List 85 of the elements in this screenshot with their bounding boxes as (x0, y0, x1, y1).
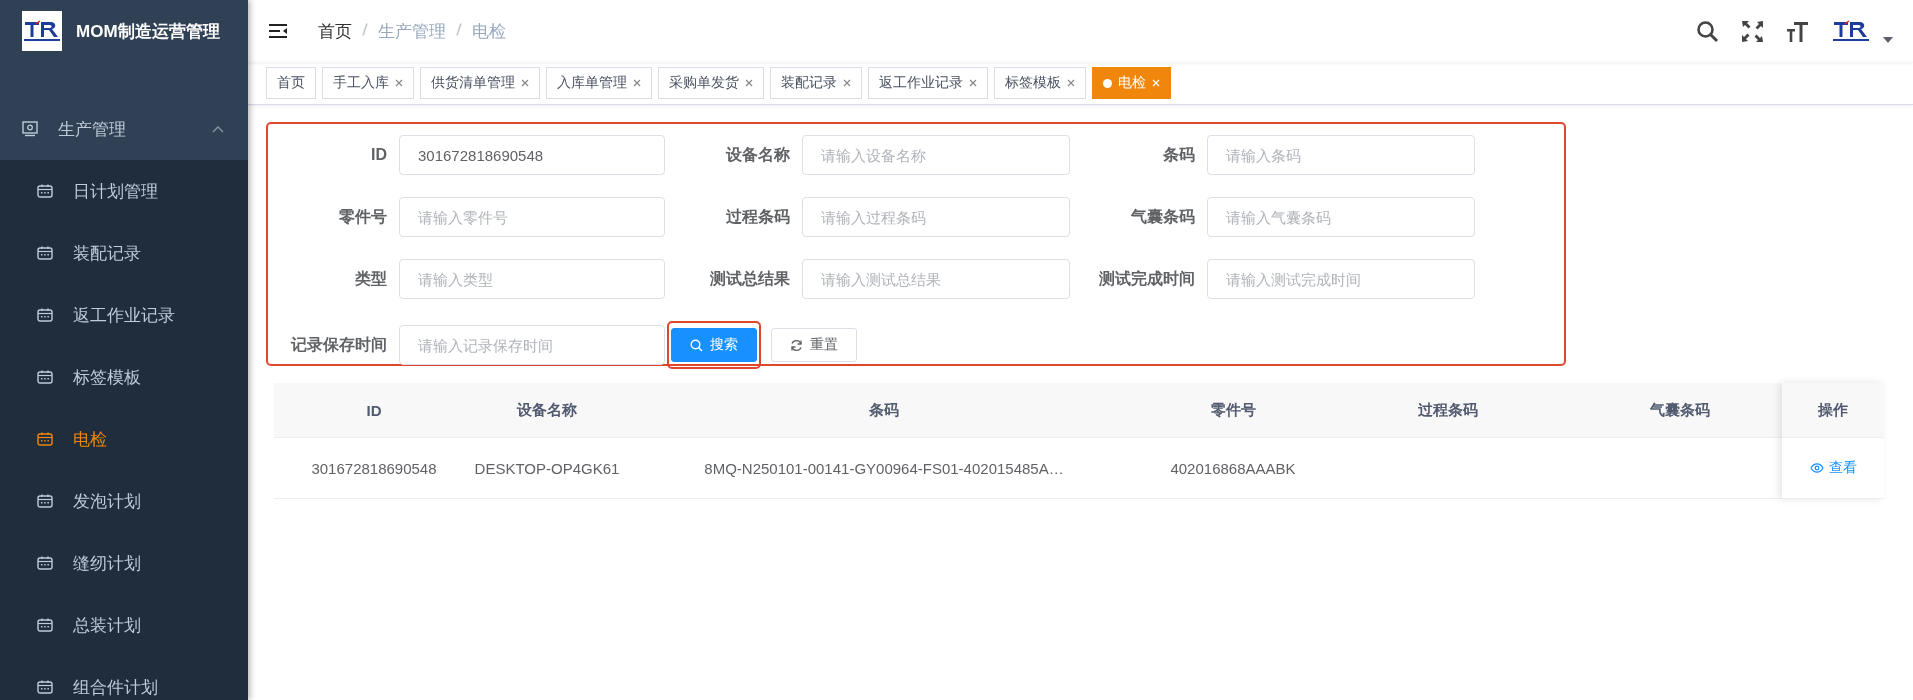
font-size-icon[interactable] (1786, 19, 1809, 43)
tab[interactable]: 标签模板 (994, 67, 1086, 99)
menu-icon[interactable] (268, 23, 288, 39)
calendar-icon (37, 680, 53, 694)
field-label: 记录保存时间 (289, 334, 387, 355)
calendar-icon (37, 308, 53, 322)
tab[interactable]: 装配记录 (770, 67, 862, 99)
breadcrumb-item: 电检 (472, 20, 506, 43)
input-field[interactable]: 请输入类型 (399, 259, 665, 299)
calendar-icon (37, 556, 53, 570)
column-header: 操作 (1817, 399, 1849, 420)
sidebar-item[interactable]: 返工作业记录 (0, 284, 248, 346)
calendar-icon (37, 184, 53, 198)
table-cell-text: DESKTOP-OP4GK61 (474, 458, 620, 479)
sidebar-item[interactable]: 电检 (0, 408, 248, 470)
field-label: ID (370, 146, 387, 164)
sidebar-item[interactable]: 日计划管理 (0, 160, 248, 222)
monitor-icon (22, 121, 38, 137)
field-label: 设备名称 (724, 144, 790, 165)
slash-icon (362, 23, 368, 36)
logo-icon (22, 19, 62, 43)
menu-group[interactable]: 生产管理 (0, 98, 248, 160)
field-label: 过程条码 (725, 206, 790, 227)
field-label: 条码 (1162, 144, 1195, 165)
app-title: MOM制造运营管理 (76, 20, 220, 43)
calendar-icon (37, 246, 53, 260)
table-cell-text: 8MQ-N250101-00141-GY00964-FS01-402015485A… (703, 458, 1065, 479)
column-header: 零件号 (1209, 399, 1257, 420)
input-field[interactable]: 请输入设备名称 (802, 135, 1070, 175)
tab[interactable]: 手工入库 (322, 67, 414, 99)
tab[interactable]: 入库单管理 (546, 67, 652, 99)
table-cell-text: 301672818690548 (310, 458, 438, 479)
sidebar-item[interactable]: 发泡计划 (0, 470, 248, 532)
field-label: 测试完成时间 (1098, 268, 1195, 289)
column-header: 过程条码 (1417, 399, 1479, 420)
field-label: 类型 (354, 268, 387, 289)
avatar-logo-icon[interactable] (1831, 19, 1871, 43)
table-cell-text: 402016868AAABK (1169, 458, 1297, 479)
close-icon[interactable] (633, 79, 641, 87)
eye-icon (1809, 463, 1824, 473)
close-icon[interactable] (521, 79, 529, 87)
close-icon[interactable] (395, 79, 403, 87)
calendar-icon (37, 618, 53, 632)
sidebar-item[interactable]: 总装计划 (0, 594, 248, 656)
chevron-icon (212, 125, 224, 133)
calendar-icon (37, 370, 53, 384)
close-icon[interactable] (745, 79, 753, 87)
search-icon[interactable] (1696, 19, 1719, 43)
input-field[interactable]: 请输入条码 (1207, 135, 1475, 175)
sidebar-item[interactable]: 缝纫计划 (0, 532, 248, 594)
sidebar-item[interactable]: 组合件计划 (0, 656, 248, 700)
tab[interactable]: 首页 (266, 67, 316, 99)
column-header: ID (365, 400, 383, 421)
calendar-icon (37, 432, 53, 446)
reset-button[interactable]: 重置 (771, 328, 857, 362)
tab[interactable]: 供货清单管理 (420, 67, 540, 99)
dot-icon (1103, 78, 1112, 88)
tab[interactable]: 采购单发货 (658, 67, 764, 99)
column-header: 条码 (868, 399, 900, 420)
breadcrumb-item: 生产管理 (378, 20, 446, 43)
tab[interactable]: 返工作业记录 (868, 67, 988, 99)
input-field[interactable]: 请输入零件号 (399, 197, 665, 237)
input-field[interactable]: 301672818690548 (399, 135, 665, 175)
sidebar-item[interactable]: 标签模板 (0, 346, 248, 408)
sidebar-item[interactable]: 装配记录 (0, 222, 248, 284)
input-field[interactable]: 请输入测试完成时间 (1207, 259, 1475, 299)
input-field[interactable]: 请输入气囊条码 (1207, 197, 1475, 237)
slash-icon (456, 23, 462, 36)
input-field[interactable]: 请输入测试总结果 (802, 259, 1070, 299)
close-icon[interactable] (969, 79, 977, 87)
refresh-icon (790, 338, 803, 352)
search-icon (690, 338, 703, 352)
caret-icon[interactable] (1883, 37, 1893, 43)
column-header: 气囊条码 (1649, 399, 1711, 420)
field-label: 测试总结果 (709, 268, 790, 289)
calendar-icon (37, 494, 53, 508)
column-header: 设备名称 (515, 399, 578, 420)
close-icon[interactable] (843, 79, 851, 87)
fullscreen-icon[interactable] (1741, 19, 1764, 43)
field-label: 气囊条码 (1130, 206, 1195, 227)
field-label: 零件号 (338, 206, 387, 227)
input-field[interactable]: 请输入过程条码 (802, 197, 1070, 237)
breadcrumb-link[interactable]: 首页 (318, 19, 352, 43)
close-icon[interactable] (1067, 79, 1075, 87)
input-field[interactable]: 请输入记录保存时间 (399, 325, 665, 365)
